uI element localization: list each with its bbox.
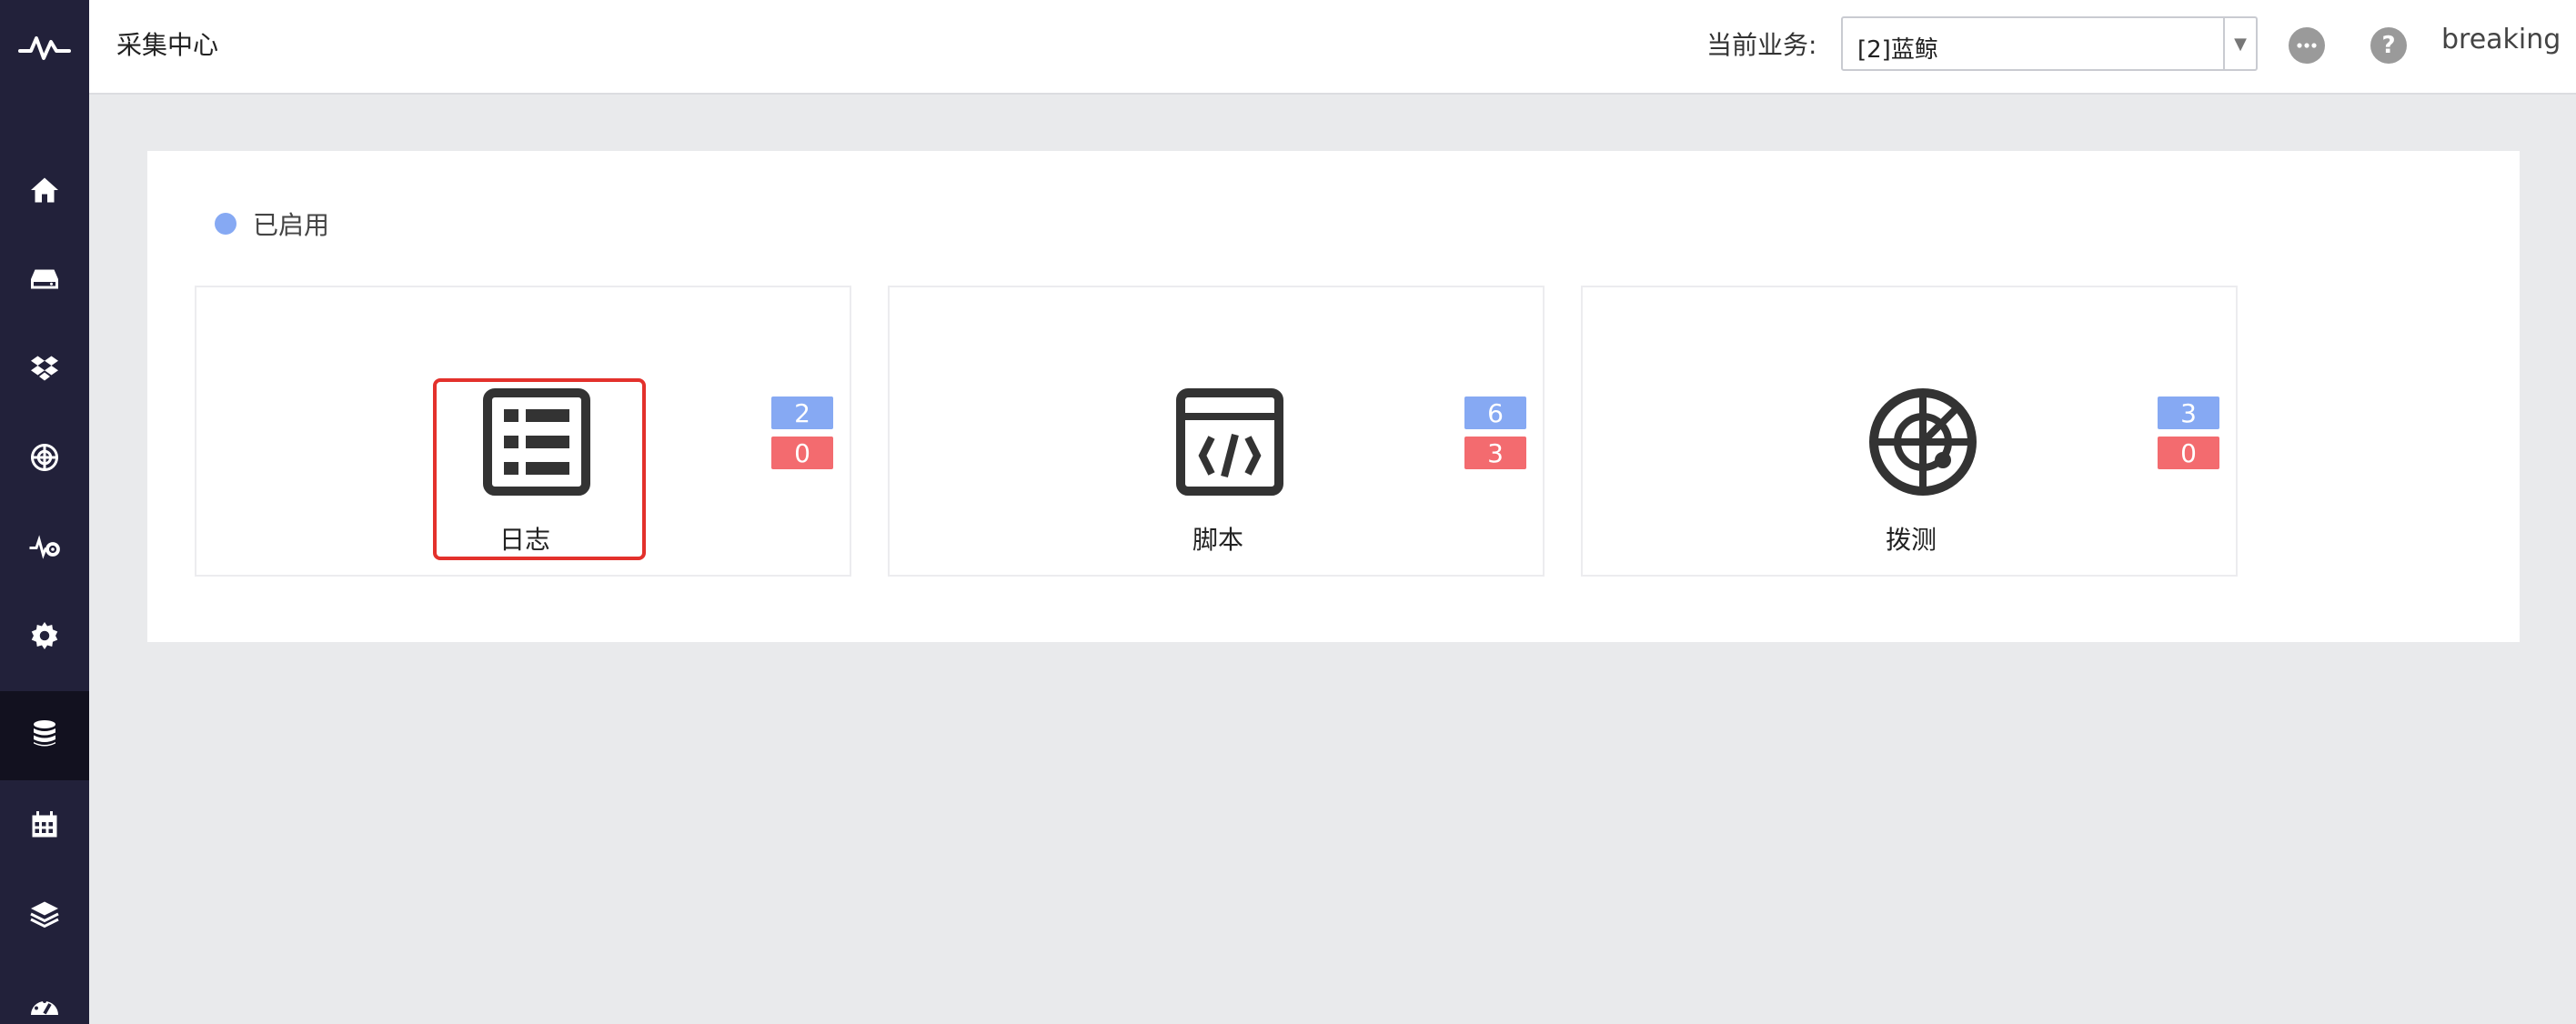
log-list-icon [482,387,591,497]
dropbox-icon [28,352,61,388]
enabled-count-badge: 3 [2158,397,2219,429]
sidebar-item-dropbox[interactable] [0,326,89,415]
business-select[interactable]: [2]蓝鲸 ▼ [1841,16,2258,71]
sidebar-item-dashboard[interactable] [0,964,89,1024]
radar-icon [1868,387,1977,497]
sidebar-item-target[interactable] [0,415,89,504]
legend: 已启用 [215,206,329,242]
sidebar-item-home[interactable] [0,147,89,236]
sidebar-item-monitor[interactable] [0,504,89,593]
username[interactable]: breaking [2441,24,2561,55]
layers-icon [28,898,61,934]
business-label: 当前业务: [1706,30,1817,60]
database-icon [28,718,61,754]
legend-dot [215,213,236,235]
storage-icon [28,263,61,299]
target-icon [28,441,61,477]
script-code-icon [1175,387,1284,497]
card-label: 日志 [498,525,550,555]
sidebar-item-storage[interactable] [0,236,89,326]
card-script[interactable]: 6 3 脚本 [888,286,1545,577]
card-label: 脚本 [1192,525,1243,555]
sidebar-item-calendar[interactable] [0,782,89,871]
sidebar-item-settings[interactable] [0,593,89,682]
card-dial-test[interactable]: 3 0 拨测 [1581,286,2238,577]
enabled-count-badge: 2 [771,397,833,429]
enabled-count-badge: 6 [1464,397,1526,429]
page-title: 采集中心 [116,30,219,60]
dashboard-icon [28,990,61,1024]
card-label: 拨测 [1885,525,1937,555]
disabled-count-badge: 0 [2158,437,2219,469]
sidebar-item-data-collection[interactable] [0,691,89,780]
more-icon[interactable] [2289,27,2325,64]
sidebar-item-layers[interactable] [0,871,89,960]
legend-label: 已启用 [253,210,330,240]
pulse-logo-icon[interactable] [0,0,89,95]
help-icon[interactable]: ? [2370,27,2407,64]
sidebar [0,0,89,1024]
caret-down-icon[interactable]: ▼ [2223,18,2256,69]
disabled-count-badge: 0 [771,437,833,469]
business-select-value: [2]蓝鲸 [1857,36,1938,64]
disabled-count-badge: 3 [1464,437,1526,469]
home-icon [28,174,61,210]
collection-panel: 已启用 2 0 日志 6 3 脚本 3 0 拨测 [147,151,2520,642]
gear-icon [28,619,61,656]
card-log[interactable]: 2 0 日志 [195,286,851,577]
calendar-icon [28,808,61,845]
top-header: 采集中心 当前业务: [2]蓝鲸 ▼ ? breaking [89,0,2576,95]
pulse-settings-icon [28,530,61,567]
